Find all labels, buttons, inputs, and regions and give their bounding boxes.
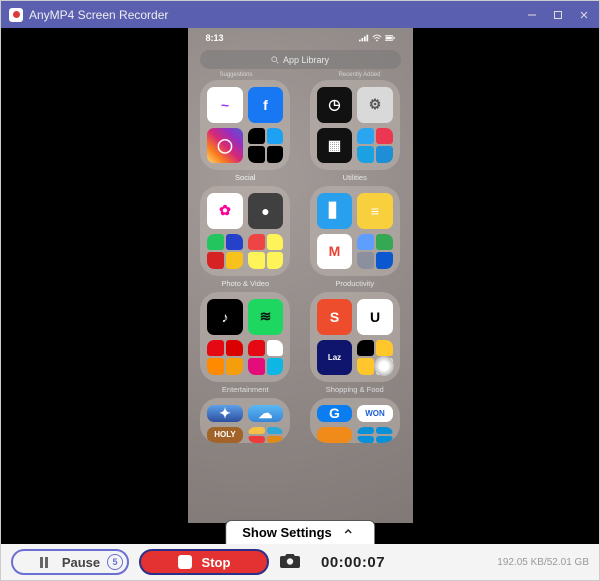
app-folder[interactable]: ♪≋ bbox=[200, 292, 290, 382]
app-icon[interactable]: ● bbox=[248, 193, 284, 229]
app-icon[interactable] bbox=[357, 234, 393, 270]
app-icon[interactable]: ⚙ bbox=[357, 87, 393, 123]
app-folder[interactable]: ~f◯ bbox=[200, 80, 290, 170]
app-icon[interactable]: U bbox=[357, 299, 393, 335]
app-icon[interactable]: ≋ bbox=[248, 299, 284, 335]
app-folder[interactable]: ▋≡M bbox=[310, 186, 400, 276]
app-icon[interactable] bbox=[357, 128, 393, 164]
app-icon[interactable]: HOLY bbox=[207, 427, 243, 444]
chevron-up-icon bbox=[342, 525, 354, 540]
pause-button[interactable]: Pause 5 bbox=[11, 549, 129, 575]
control-bar: Pause 5 Stop 00:00:07 192.05 KB/52.01 GB bbox=[1, 544, 599, 580]
app-icon[interactable] bbox=[248, 427, 284, 444]
app-icon[interactable]: ♪ bbox=[207, 299, 243, 335]
stop-label: Stop bbox=[202, 555, 231, 570]
app-icon[interactable]: S bbox=[317, 299, 353, 335]
pause-label: Pause bbox=[62, 555, 100, 570]
mirrored-phone-screen: 8:13 App Library Suggestions Recently Ad… bbox=[188, 28, 413, 523]
app-folder[interactable]: ◷⚙▦ bbox=[310, 80, 400, 170]
signal-icon bbox=[359, 34, 369, 42]
wifi-icon bbox=[372, 34, 382, 42]
app-icon[interactable] bbox=[248, 128, 284, 164]
titlebar: AnyMP4 Screen Recorder bbox=[1, 1, 599, 28]
app-icon[interactable]: f bbox=[248, 87, 284, 123]
app-icon[interactable]: ▦ bbox=[317, 128, 353, 164]
app-icon[interactable] bbox=[248, 234, 284, 270]
folder-label: Social bbox=[235, 173, 255, 182]
phone-status-bar: 8:13 bbox=[188, 28, 413, 48]
app-folder[interactable]: ✿● bbox=[200, 186, 290, 276]
recording-stage: 8:13 App Library Suggestions Recently Ad… bbox=[1, 28, 599, 544]
phone-clock: 8:13 bbox=[206, 33, 224, 43]
app-icon[interactable] bbox=[207, 234, 243, 270]
folder-label: Productivity bbox=[335, 279, 374, 288]
app-icon[interactable]: ◷ bbox=[317, 87, 353, 123]
app-title: AnyMP4 Screen Recorder bbox=[29, 8, 168, 22]
minimize-button[interactable] bbox=[519, 1, 545, 28]
assistive-touch-icon[interactable] bbox=[374, 356, 394, 376]
stop-icon bbox=[178, 555, 192, 569]
app-icon[interactable]: Laz bbox=[317, 340, 353, 376]
app-icon[interactable]: ≡ bbox=[357, 193, 393, 229]
app-logo-icon bbox=[9, 8, 23, 22]
maximize-button[interactable] bbox=[545, 1, 571, 28]
countdown-badge: 5 bbox=[107, 554, 123, 570]
app-icon[interactable]: ✦ bbox=[207, 405, 243, 422]
app-icon[interactable] bbox=[357, 427, 393, 444]
search-icon bbox=[271, 56, 279, 64]
app-icon[interactable] bbox=[207, 340, 243, 376]
app-icon[interactable]: WON bbox=[357, 405, 393, 422]
stop-button[interactable]: Stop bbox=[139, 549, 269, 575]
folder-label: Shopping & Food bbox=[326, 385, 384, 394]
app-icon[interactable]: ▋ bbox=[317, 193, 353, 229]
app-icon[interactable]: M bbox=[317, 234, 353, 270]
app-icon[interactable] bbox=[317, 427, 353, 444]
recording-timer: 00:00:07 bbox=[321, 554, 385, 571]
app-folder[interactable]: ✦ ☁ HOLY bbox=[200, 398, 290, 443]
battery-icon bbox=[385, 34, 395, 42]
search-placeholder: App Library bbox=[283, 55, 329, 65]
app-icon[interactable] bbox=[248, 340, 284, 376]
app-icon[interactable]: ✿ bbox=[207, 193, 243, 229]
folder-label: Utilities bbox=[343, 173, 367, 182]
app-icon[interactable]: ~ bbox=[207, 87, 243, 123]
pause-icon bbox=[40, 557, 48, 568]
app-folder[interactable]: GWON bbox=[310, 398, 400, 443]
show-settings-label: Show Settings bbox=[242, 525, 332, 540]
folder-label: Photo & Video bbox=[221, 279, 269, 288]
folder-label: Entertainment bbox=[222, 385, 269, 394]
show-settings-toggle[interactable]: Show Settings bbox=[225, 520, 375, 544]
app-library-search[interactable]: App Library bbox=[200, 50, 401, 69]
category-suggestions: Suggestions bbox=[220, 72, 253, 78]
app-icon[interactable]: G bbox=[317, 405, 353, 422]
recording-file-stats: 192.05 KB/52.01 GB bbox=[497, 557, 589, 568]
app-icon[interactable]: ◯ bbox=[207, 128, 243, 164]
app-icon[interactable]: ☁ bbox=[248, 405, 284, 422]
app-folder[interactable]: SULaz bbox=[310, 292, 400, 382]
screenshot-button[interactable] bbox=[279, 551, 301, 574]
close-button[interactable] bbox=[571, 1, 597, 28]
category-recently-added: Recently Added bbox=[338, 72, 380, 78]
